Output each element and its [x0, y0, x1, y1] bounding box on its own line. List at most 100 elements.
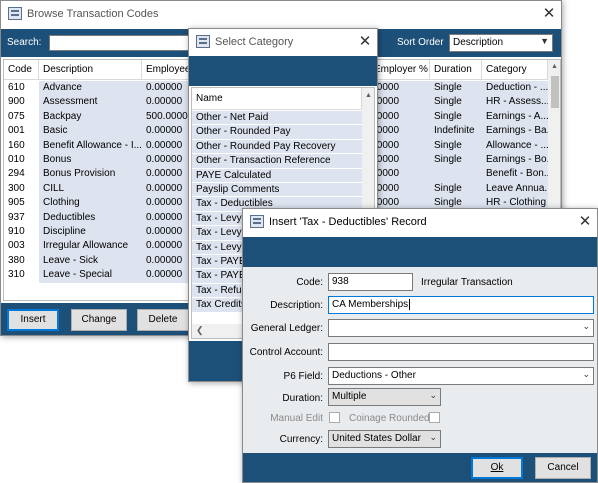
scroll-left-icon[interactable]: ❮ — [196, 325, 204, 336]
cell-duration: Single — [430, 95, 482, 110]
list-item[interactable]: Other - Transaction Reference — [192, 154, 362, 169]
cell-employee-amount: 0.00000 — [142, 225, 194, 240]
scroll-up-icon[interactable]: ▲ — [551, 63, 558, 70]
cell-employee-amount: 0.00000 — [142, 167, 194, 182]
cell-category: Earnings - A... — [482, 109, 548, 125]
manual-edit-checkbox[interactable] — [329, 412, 340, 423]
manual-edit-label: Manual Edit — [270, 413, 323, 424]
change-button[interactable]: Change — [71, 309, 127, 331]
description-input[interactable]: CA Memberships — [328, 296, 594, 314]
cell-description: Backpay — [39, 109, 142, 125]
chevron-down-icon: ⌄ — [429, 390, 437, 400]
cell-employee-amount: 0.00000 — [142, 196, 194, 211]
chevron-down-icon: ▼ — [540, 36, 549, 46]
cell-employee-amount: 0.00000 — [142, 138, 194, 153]
close-icon[interactable]: ✕ — [355, 32, 375, 52]
duration-label: Duration: — [282, 393, 323, 404]
insert-titlebar: Insert 'Tax - Deductibles' Record ✕ — [243, 209, 597, 235]
currency-select[interactable]: United States Dollar ⌄ — [328, 430, 441, 448]
cell-category: HR - Assess... — [482, 95, 548, 110]
cell-duration: Single — [430, 109, 482, 125]
cell-code: 160 — [8, 139, 25, 151]
code-note: Irregular Transaction — [421, 277, 513, 288]
cell-category: Earnings - Bo... — [482, 153, 548, 168]
cell-employee-amount: 0.00000 — [142, 253, 194, 269]
insert-button[interactable]: Insert — [7, 309, 59, 331]
col-header-duration[interactable]: Duration — [430, 60, 482, 80]
ok-button[interactable]: Ok — [471, 457, 523, 479]
col-header-category[interactable]: Category — [482, 60, 548, 80]
cell-employee-amount: 0.00000 — [142, 239, 194, 254]
delete-button[interactable]: Delete — [137, 309, 189, 331]
cell-employer-percent: .0000 — [370, 81, 430, 96]
general-ledger-select[interactable]: ⌄ — [328, 319, 594, 337]
chevron-down-icon: ⌄ — [582, 369, 590, 379]
close-icon[interactable]: ✕ — [575, 212, 595, 232]
cell-employer-percent: .0000 — [370, 153, 430, 168]
category-titlebar: Select Category ✕ — [189, 29, 377, 55]
p6-field-label: P6 Field: — [283, 371, 323, 382]
cell-employee-amount: 0.00000 — [142, 268, 194, 283]
cell-code: 294 — [8, 168, 25, 180]
currency-value: United States Dollar — [332, 433, 421, 444]
description-label: Description: — [270, 300, 323, 311]
cell-description: Bonus Provision — [39, 167, 142, 182]
cell-code: 003 — [8, 240, 25, 252]
list-item[interactable]: Payslip Comments — [192, 183, 362, 198]
cell-employee-amount: 0.00000 — [142, 153, 194, 168]
insert-title: Insert 'Tax - Deductibles' Record — [269, 216, 427, 228]
grid-scroll-thumb[interactable] — [551, 76, 559, 108]
insert-record-dialog: Insert 'Tax - Deductibles' Record ✕ Code… — [242, 208, 598, 483]
sort-order-label: Sort Order — [397, 37, 444, 48]
duration-select[interactable]: Multiple ⌄ — [328, 388, 441, 406]
browse-title: Browse Transaction Codes — [27, 8, 159, 20]
cell-duration: Single — [430, 181, 482, 197]
cell-code: 310 — [8, 269, 25, 281]
cell-description: CILL — [39, 181, 142, 197]
currency-label: Currency: — [279, 434, 323, 445]
cell-code: 900 — [8, 96, 25, 108]
insert-form: Code: 938 Irregular Transaction Descript… — [243, 267, 597, 453]
cell-code: 075 — [8, 110, 25, 122]
cell-category: Leave Annua... — [482, 181, 548, 197]
cell-code: 610 — [8, 82, 25, 93]
list-item[interactable]: Other - Net Paid — [192, 111, 362, 126]
col-header-code[interactable]: Code — [4, 60, 39, 80]
cell-employer-percent: .0000 — [370, 109, 430, 125]
search-input[interactable] — [49, 35, 199, 51]
cell-employee-amount: 500.00000 — [142, 109, 194, 125]
cell-code: 937 — [8, 211, 25, 223]
cell-code: 001 — [8, 125, 25, 137]
code-label: Code: — [296, 277, 323, 288]
cell-employer-percent: .0000 — [370, 181, 430, 197]
col-header-description[interactable]: Description — [39, 60, 142, 80]
control-account-input[interactable] — [328, 343, 594, 361]
col-header-name[interactable]: Name — [192, 88, 362, 110]
col-header-employee[interactable]: Employee Amt — [142, 60, 194, 80]
cell-description: Clothing — [39, 196, 142, 211]
list-item[interactable]: Other - Rounded Pay — [192, 125, 362, 140]
app-icon — [8, 7, 22, 20]
cell-code: 910 — [8, 226, 25, 237]
cell-employee-amount: 0.00000 — [142, 181, 194, 197]
code-input[interactable]: 938 — [328, 273, 413, 291]
col-header-employer[interactable]: Employer % — [370, 60, 430, 80]
p6-field-select[interactable]: Deductions - Other ⌄ — [328, 367, 594, 385]
cell-description: Assessment — [39, 95, 142, 110]
cell-employee-amount: 0.00000 — [142, 210, 194, 225]
control-account-label: Control Account: — [249, 347, 323, 358]
general-ledger-label: General Ledger: — [250, 323, 323, 334]
coinage-rounded-checkbox[interactable] — [429, 412, 440, 423]
cell-employee-amount: 0.00000 — [142, 124, 194, 139]
cell-description: Basic — [39, 124, 142, 139]
scroll-up-icon[interactable]: ▲ — [365, 92, 372, 99]
cell-code: 300 — [8, 182, 25, 194]
close-icon[interactable]: ✕ — [539, 4, 559, 24]
cancel-button[interactable]: Cancel — [535, 457, 591, 479]
cell-code: 905 — [8, 197, 25, 209]
cell-code: 010 — [8, 154, 25, 165]
list-item[interactable]: Other - Rounded Pay Recovery — [192, 139, 362, 155]
sort-order-select[interactable]: Description ▼ — [449, 34, 553, 52]
duration-value: Multiple — [332, 391, 367, 402]
list-item[interactable]: PAYE Calculated — [192, 168, 362, 183]
